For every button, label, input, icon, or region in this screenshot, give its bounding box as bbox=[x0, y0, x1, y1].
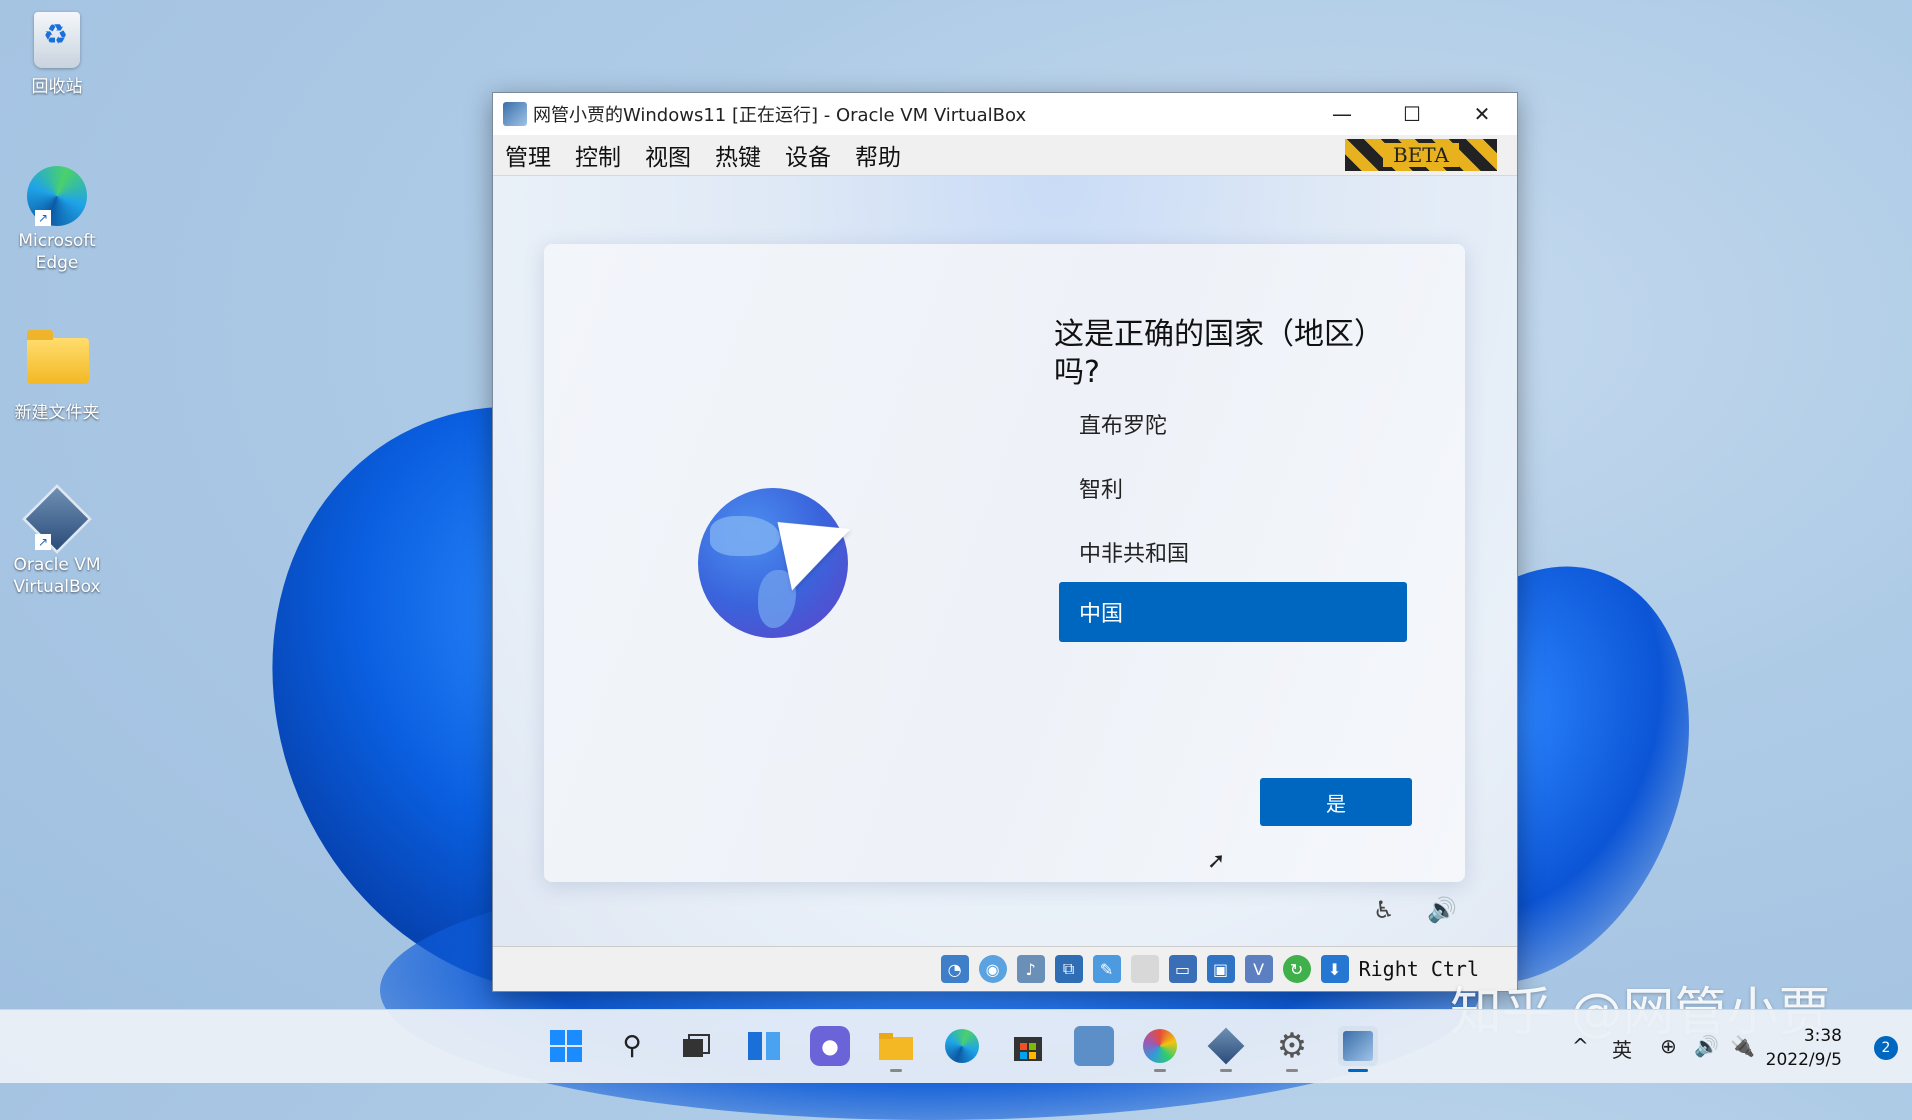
menu-hotkeys[interactable]: 热键 bbox=[703, 138, 773, 172]
region-question-heading: 这是正确的国家（地区）吗? bbox=[1054, 317, 1384, 390]
beta-badge: BETA bbox=[1345, 139, 1497, 171]
menu-control[interactable]: 控制 bbox=[563, 138, 633, 172]
paint-icon[interactable] bbox=[1140, 1026, 1180, 1072]
menu-manage[interactable]: 管理 bbox=[493, 138, 563, 172]
notification-badge[interactable]: 2 bbox=[1874, 1036, 1898, 1060]
desktop-icon-label: 回收站 bbox=[31, 77, 83, 97]
volume-icon[interactable]: 🔊 bbox=[1427, 896, 1457, 924]
display-icon[interactable]: ▭ bbox=[1168, 955, 1197, 983]
widgets-icon[interactable] bbox=[744, 1026, 784, 1066]
desktop-icon-recycle-bin[interactable]: 回收站 bbox=[8, 12, 106, 98]
close-button[interactable]: ✕ bbox=[1447, 93, 1517, 135]
window-titlebar[interactable]: 网管小贾的Windows11 [正在运行] - Oracle VM Virtua… bbox=[493, 93, 1517, 135]
menu-help[interactable]: 帮助 bbox=[843, 138, 913, 172]
clock-date: 2022/9/5 bbox=[1765, 1050, 1842, 1070]
power-icon[interactable]: 🔌 bbox=[1730, 1034, 1755, 1058]
clock[interactable]: 3:38 2022/9/5 bbox=[1766, 1024, 1842, 1072]
chat-icon[interactable]: ● bbox=[810, 1026, 850, 1066]
country-option[interactable]: 直布罗陀 bbox=[1059, 388, 1407, 460]
country-option[interactable]: 智利 bbox=[1059, 452, 1407, 524]
taskbar: ⚲ ● ⚙ ^ 英 ⊕ 🔊 🔌 3:38 2022/9/5 2 bbox=[0, 1009, 1912, 1083]
control-panel-icon[interactable] bbox=[1074, 1026, 1114, 1066]
accessibility-icon[interactable]: ♿ bbox=[1373, 896, 1395, 924]
virtualization-icon[interactable]: V bbox=[1244, 955, 1273, 983]
desktop-icon-new-folder[interactable]: 新建文件夹 bbox=[8, 330, 106, 424]
network-icon[interactable]: ⧉ bbox=[1054, 955, 1083, 983]
clock-time: 3:38 bbox=[1803, 1026, 1842, 1046]
shortcut-arrow-icon: ↗ bbox=[35, 210, 51, 226]
mouse-cursor-icon: ➚ bbox=[1207, 849, 1226, 874]
maximize-button[interactable]: ☐ bbox=[1377, 93, 1447, 135]
optical-drive-icon[interactable]: ◉ bbox=[978, 955, 1007, 983]
ime-indicator[interactable]: 英 bbox=[1612, 1034, 1632, 1063]
network-icon[interactable]: ⊕ bbox=[1660, 1034, 1677, 1058]
desktop-icon-virtualbox[interactable]: ↗ Oracle VM VirtualBox bbox=[8, 484, 106, 598]
desktop-icon-label: 新建文件夹 bbox=[14, 403, 100, 423]
search-icon[interactable]: ⚲ bbox=[612, 1026, 652, 1066]
start-icon[interactable] bbox=[546, 1026, 586, 1066]
window-title: 网管小贾的Windows11 [正在运行] - Oracle VM Virtua… bbox=[533, 105, 1027, 126]
vm-window-icon[interactable] bbox=[1338, 1026, 1378, 1072]
menu-bar: 管理 控制 视图 热键 设备 帮助 BETA bbox=[493, 135, 1517, 176]
mouse-integration-icon[interactable]: ↻ bbox=[1282, 955, 1311, 983]
desktop-icon-edge[interactable]: ↗ Microsoft Edge bbox=[8, 166, 106, 274]
file-explorer-icon[interactable] bbox=[876, 1026, 916, 1072]
recycle-bin-icon bbox=[34, 12, 80, 68]
tray-overflow-chevron-icon[interactable]: ^ bbox=[1572, 1034, 1589, 1058]
folder-icon bbox=[27, 330, 89, 384]
task-view-icon[interactable] bbox=[676, 1026, 716, 1066]
oobe-region-card: 这是正确的国家（地区）吗? 直布罗陀 智利 中非共和国 中国 是 ➚ bbox=[544, 244, 1465, 882]
settings-icon[interactable]: ⚙ bbox=[1272, 1026, 1312, 1072]
minimize-button[interactable]: — bbox=[1307, 93, 1377, 135]
paper-plane-icon bbox=[777, 507, 861, 591]
menu-devices[interactable]: 设备 bbox=[773, 138, 843, 172]
vm-display[interactable]: 这是正确的国家（地区）吗? 直布罗陀 智利 中非共和国 中国 是 ➚ ♿ 🔊 bbox=[493, 176, 1517, 946]
audio-icon[interactable]: ♪ bbox=[1016, 955, 1045, 983]
shortcut-arrow-icon: ↗ bbox=[35, 534, 51, 550]
usb-icon[interactable]: ✎ bbox=[1092, 955, 1121, 983]
menu-view[interactable]: 视图 bbox=[633, 138, 703, 172]
virtualbox-vm-window: 网管小贾的Windows11 [正在运行] - Oracle VM Virtua… bbox=[492, 92, 1518, 992]
edge-icon[interactable] bbox=[942, 1026, 982, 1066]
virtualbox-icon bbox=[22, 484, 92, 554]
country-option[interactable]: 中非共和国 bbox=[1059, 516, 1407, 588]
vm-status-bar: ◔ ◉ ♪ ⧉ ✎ ▭ ▣ V ↻ ⬇ Right Ctrl bbox=[493, 946, 1517, 991]
store-icon[interactable] bbox=[1008, 1026, 1048, 1066]
download-icon[interactable]: ⬇ bbox=[1320, 955, 1349, 983]
desktop-icon-label: Microsoft Edge bbox=[18, 231, 96, 273]
desktop-icon-label: Oracle VM VirtualBox bbox=[13, 555, 101, 597]
virtualbox-icon[interactable] bbox=[1206, 1026, 1246, 1072]
vm-app-icon bbox=[503, 102, 527, 126]
volume-icon[interactable]: 🔊 bbox=[1694, 1034, 1719, 1058]
beta-label: BETA bbox=[1383, 143, 1459, 167]
country-option-selected[interactable]: 中国 bbox=[1059, 582, 1407, 642]
shared-folder-icon[interactable] bbox=[1130, 955, 1159, 983]
recording-icon[interactable]: ▣ bbox=[1206, 955, 1235, 983]
hard-disk-icon[interactable]: ◔ bbox=[940, 955, 969, 983]
yes-button[interactable]: 是 bbox=[1260, 778, 1412, 826]
